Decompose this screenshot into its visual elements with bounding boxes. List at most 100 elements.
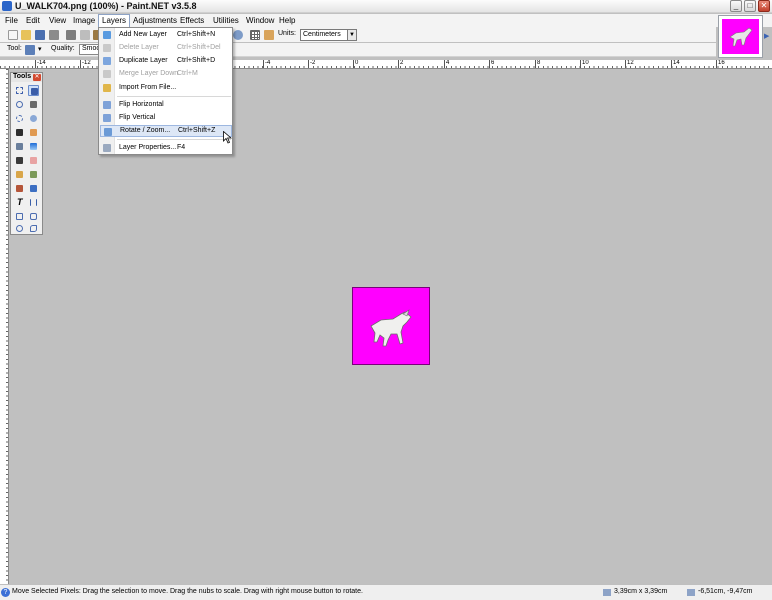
clone-stamp-tool[interactable] (14, 183, 25, 194)
menu-effects[interactable]: Effects (177, 14, 207, 27)
ruler-tick: 2 (398, 60, 403, 68)
paint-bucket-icon (16, 143, 23, 150)
hand-icon (30, 129, 37, 136)
move-selection-tool-icon[interactable] (25, 45, 35, 55)
zoom-tool[interactable] (28, 113, 39, 124)
line-curve-icon (30, 199, 37, 206)
menu-adjustments[interactable]: Adjustments (130, 14, 180, 27)
menu-item-rotate-zoom[interactable]: Rotate / Zoom... Ctrl+Shift+Z (100, 125, 232, 137)
text-tool[interactable]: T (14, 197, 25, 208)
tools-window[interactable]: Tools ✕ T (10, 72, 43, 235)
line-curve-tool[interactable] (28, 197, 39, 208)
menu-item-import-from-file[interactable]: Import From File... (100, 82, 232, 94)
menu-window[interactable]: Window (243, 14, 277, 27)
menu-item-duplicate-layer[interactable]: Duplicate Layer Ctrl+Shift+D (100, 55, 232, 67)
recolor-tool[interactable] (28, 183, 39, 194)
rectangle-select-tool[interactable] (14, 85, 25, 96)
units-value: Centimeters (303, 31, 341, 38)
rulers-icon[interactable] (264, 30, 274, 40)
menu-file[interactable]: File (2, 14, 21, 27)
menu-help[interactable]: Help (276, 14, 298, 27)
maximize-button[interactable]: □ (744, 0, 756, 12)
units-dropdown[interactable]: Centimeters ▼ (300, 29, 357, 41)
flip-horizontal-icon (103, 101, 111, 109)
ruler-tick: 12 (625, 60, 634, 68)
print-icon[interactable] (49, 30, 59, 40)
ruler-tick: -12 (80, 60, 91, 68)
cursor-position-icon (687, 589, 695, 596)
ellipse-tool[interactable] (14, 223, 25, 234)
vertical-ruler (0, 69, 9, 584)
layers-menu: Add New Layer Ctrl+Shift+N Delete Layer … (98, 27, 233, 155)
delete-layer-icon (103, 44, 111, 52)
thumbnail-image (722, 19, 759, 54)
color-picker-tool[interactable] (28, 169, 39, 180)
eraser-icon (30, 157, 37, 164)
open-folder-icon[interactable] (21, 30, 31, 40)
cut-icon[interactable] (66, 30, 76, 40)
flip-vertical-icon (103, 114, 111, 122)
ruler-tick: 8 (535, 60, 540, 68)
mouse-pointer-icon (223, 131, 232, 144)
menu-item-flip-vertical[interactable]: Flip Vertical (100, 112, 232, 124)
ellipse-select-tool[interactable] (14, 113, 25, 124)
menu-layers[interactable]: Layers (98, 14, 131, 27)
ruler-tick: -4 (263, 60, 270, 68)
menu-image[interactable]: Image (70, 14, 98, 27)
menu-item-layer-properties[interactable]: Layer Properties... F4 (100, 142, 232, 154)
window-title: U_WALK704.png (100%) - Paint.NET v3.5.8 (15, 1, 197, 11)
gradient-tool[interactable] (28, 141, 39, 152)
ruler-tick: 16 (716, 60, 725, 68)
close-button[interactable]: ✕ (758, 0, 770, 12)
menu-utilities[interactable]: Utilities (210, 14, 242, 27)
zoom-icon (30, 115, 37, 122)
tool-dropdown-arrow[interactable]: ▾ (38, 45, 42, 53)
freeform-shape-tool[interactable] (28, 223, 39, 234)
pan-tool[interactable] (28, 127, 39, 138)
magic-wand-tool[interactable] (14, 127, 25, 138)
menu-edit[interactable]: Edit (23, 14, 43, 27)
paintbrush-tool[interactable] (14, 155, 25, 166)
move-selected-pixels-tool[interactable] (28, 85, 39, 96)
move-selection-tool[interactable] (28, 99, 39, 110)
zoom-icon[interactable] (233, 30, 243, 40)
title-bar: U_WALK704.png (100%) - Paint.NET v3.5.8 … (0, 0, 772, 13)
rounded-rectangle-tool[interactable] (28, 211, 39, 222)
menu-bar: File Edit View Image Layers Adjustments … (0, 14, 772, 27)
paint-bucket-tool[interactable] (14, 141, 25, 152)
status-bar: ? Move Selected Pixels: Drag the selecti… (0, 584, 772, 600)
chevron-right-icon[interactable]: ▶ (764, 32, 769, 40)
menu-view[interactable]: View (46, 14, 69, 27)
rectangle-tool[interactable] (14, 211, 25, 222)
tools-window-header[interactable]: Tools ✕ (11, 73, 42, 82)
ruler-tick: 10 (580, 60, 589, 68)
magic-wand-icon (16, 129, 23, 136)
menu-item-merge-layer-down: Merge Layer Down Ctrl+M (100, 68, 232, 80)
chevron-down-icon: ▼ (347, 30, 356, 40)
rotate-zoom-icon (104, 128, 112, 136)
units-label: Units: (278, 30, 296, 37)
canvas-image[interactable] (352, 287, 430, 365)
horse-thumbnail-icon (729, 27, 753, 47)
menu-separator (117, 96, 231, 97)
tools-window-title: Tools (13, 73, 32, 80)
pencil-tool[interactable] (14, 169, 25, 180)
eraser-tool[interactable] (28, 155, 39, 166)
save-icon[interactable] (35, 30, 45, 40)
quality-label: Quality: (51, 45, 75, 52)
minimize-button[interactable]: _ (730, 0, 742, 12)
copy-icon[interactable] (80, 30, 90, 40)
recolor-icon (30, 185, 37, 192)
lasso-select-tool[interactable] (14, 99, 25, 110)
lasso-icon (16, 101, 23, 108)
image-thumbnail[interactable] (718, 15, 763, 58)
move-pixels-icon (31, 88, 38, 95)
menu-item-flip-horizontal[interactable]: Flip Horizontal (100, 99, 232, 111)
menu-item-add-new-layer[interactable]: Add New Layer Ctrl+Shift+N (100, 29, 232, 41)
close-icon[interactable]: ✕ (33, 74, 41, 81)
status-message: Move Selected Pixels: Drag the selection… (12, 588, 363, 595)
grid-icon[interactable] (250, 30, 260, 40)
ruler-tick: 14 (671, 60, 680, 68)
new-file-icon[interactable] (8, 30, 18, 40)
cursor-position: -6,51cm, -9,47cm (698, 588, 753, 595)
